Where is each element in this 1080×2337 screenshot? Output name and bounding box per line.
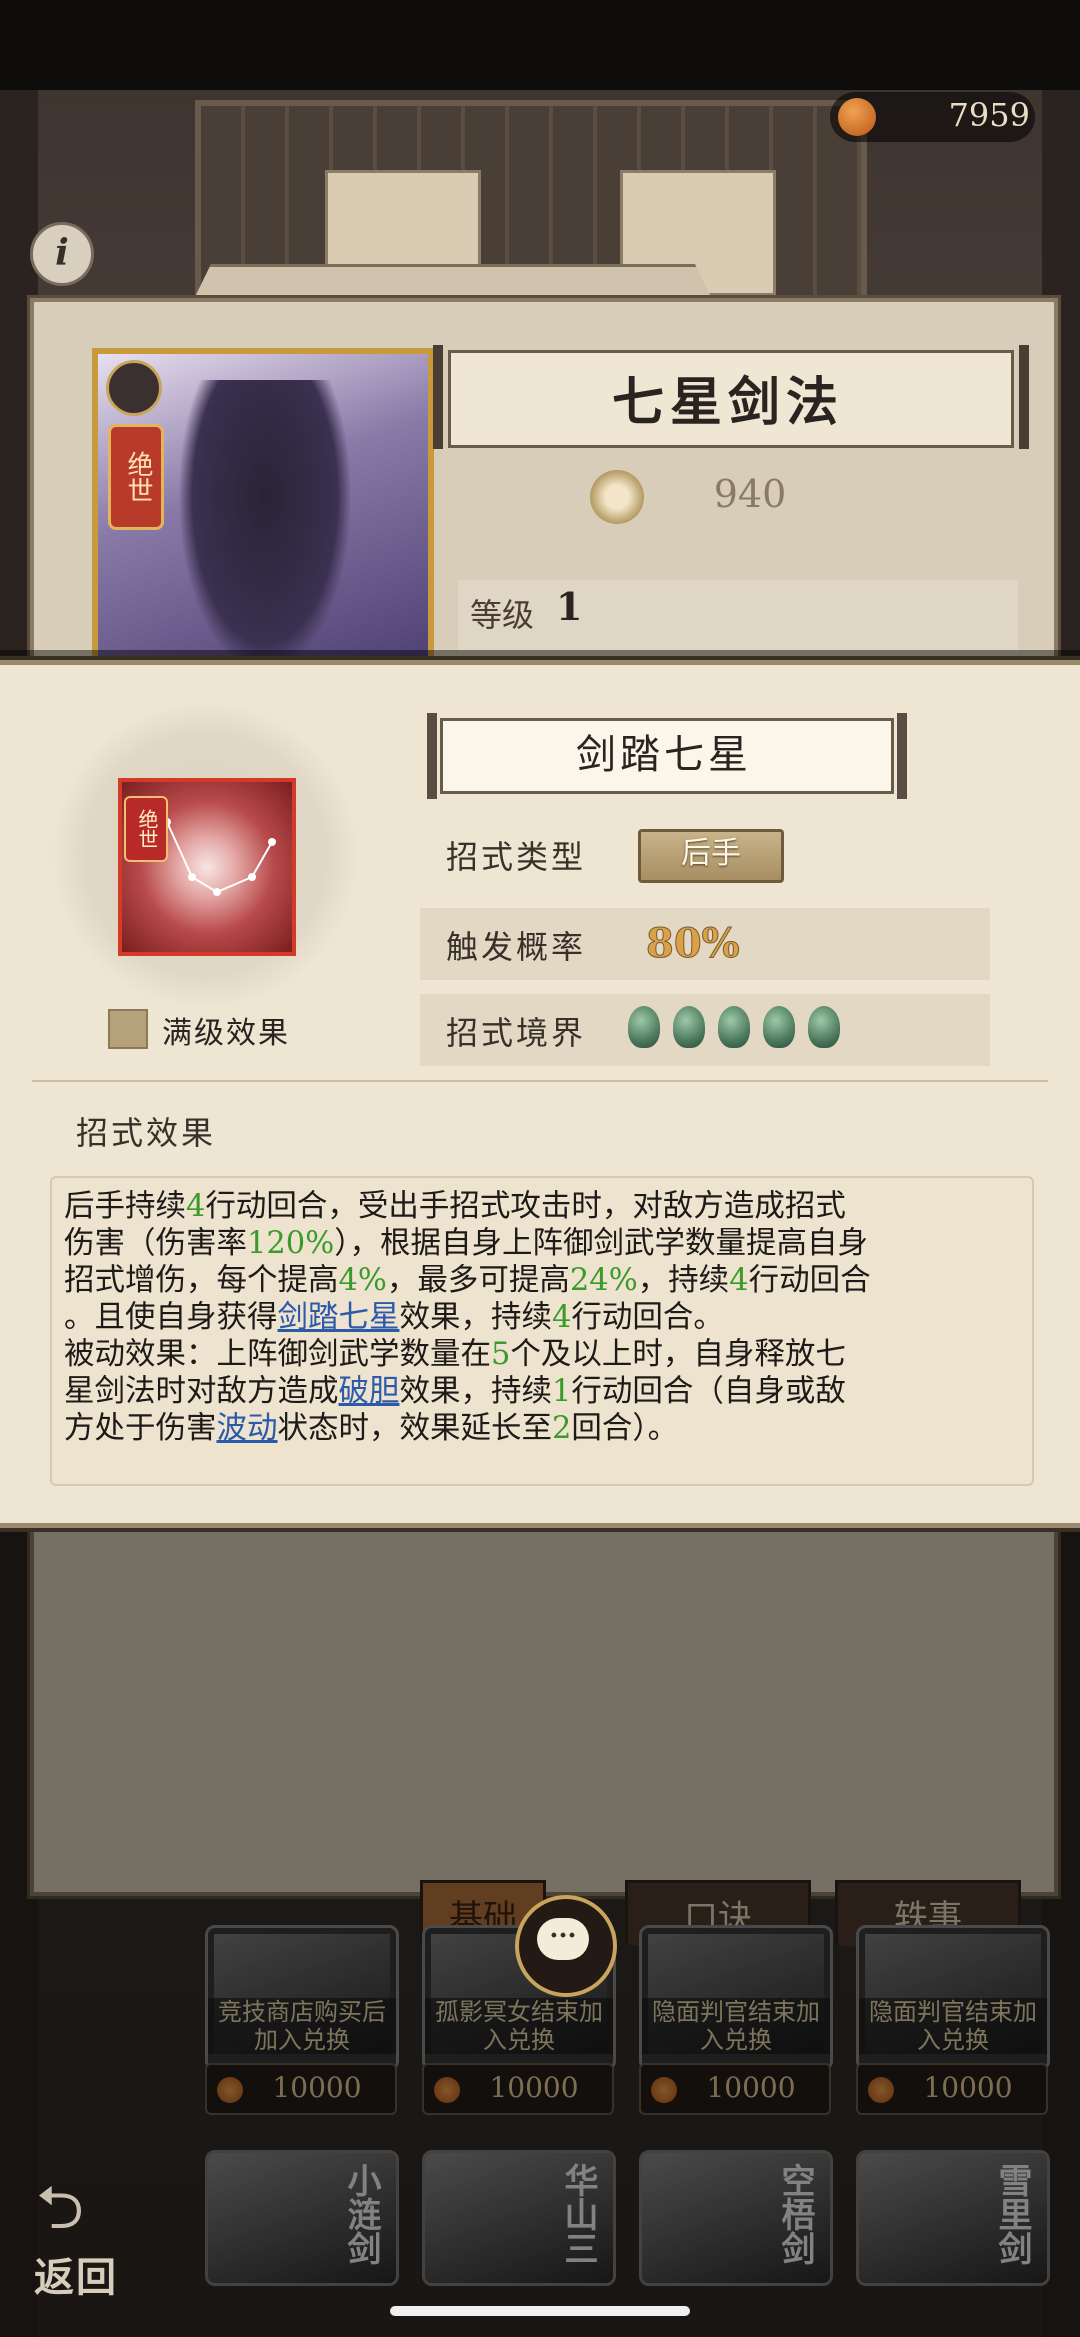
jade-realm-icon <box>628 1006 660 1048</box>
effect-number: 24% <box>569 1263 638 1298</box>
back-label: 返回 <box>34 2254 118 2301</box>
popup-title: 剑踏七星 <box>576 732 752 778</box>
status-bar <box>0 0 1080 90</box>
effect-keyword-link[interactable]: 剑踏七星 <box>278 1300 400 1335</box>
realm-label: 招式境界 <box>446 1014 587 1052</box>
power-icon <box>590 470 644 524</box>
effect-text-segment: ，最多可提高 <box>386 1263 570 1298</box>
copper-coin-icon <box>838 98 876 136</box>
jade-realm-icon <box>763 1006 795 1048</box>
probability-label: 触发概率 <box>446 928 587 966</box>
effect-number: 4% <box>338 1263 387 1298</box>
effect-text-segment: 回合）。 <box>571 1411 679 1446</box>
swordsman-figure-icon <box>180 380 350 670</box>
effect-number: 5 <box>491 1337 511 1372</box>
level-label: 等级 <box>470 596 535 634</box>
info-button[interactable]: i <box>30 222 94 286</box>
effect-number: 4 <box>186 1189 206 1224</box>
effect-text-segment: ，持续 <box>637 1263 730 1298</box>
effect-text-segment: 效果，持续 <box>399 1300 553 1335</box>
effect-number: 120% <box>247 1226 335 1261</box>
rank-badge-icon <box>106 360 162 416</box>
chat-bubble-icon: ··· <box>537 1918 589 1960</box>
jade-realm-icon <box>808 1006 840 1048</box>
effect-number: 4 <box>729 1263 749 1298</box>
divider <box>32 1080 1048 1082</box>
effect-heading: 招式效果 <box>76 1114 217 1152</box>
effect-text-segment: 状态时，效果延长至 <box>277 1411 553 1446</box>
portrait-tag: 绝世 <box>108 424 164 530</box>
currency-value: 7959 <box>948 96 1030 134</box>
effect-text-segment: 后手持续 <box>64 1189 186 1224</box>
level-row <box>458 580 1018 650</box>
type-label: 招式类型 <box>446 838 587 876</box>
jade-realm-icon <box>673 1006 705 1048</box>
jade-realm-icon <box>718 1006 750 1048</box>
effect-number: 4 <box>552 1300 572 1335</box>
effect-keyword-link[interactable]: 波动 <box>217 1411 278 1446</box>
max-level-label[interactable]: 满级效果 <box>162 1008 290 1052</box>
back-arrow-icon: ⮌ <box>36 2173 85 2243</box>
max-level-checkbox[interactable] <box>108 1009 148 1049</box>
effect-text-segment: 效果，持续 <box>399 1374 553 1409</box>
home-indicator[interactable] <box>390 2306 690 2316</box>
skill-icon-tag: 绝世 <box>124 796 168 862</box>
type-badge: 后手 <box>638 829 784 883</box>
level-value: 1 <box>556 584 583 629</box>
effect-keyword-link[interactable]: 破胆 <box>339 1374 400 1409</box>
effect-number: 2 <box>552 1411 572 1446</box>
realm-indicator <box>628 1004 868 1050</box>
power-value: 940 <box>713 472 787 516</box>
effect-number: 1 <box>552 1374 572 1409</box>
card-title: 七星剑法 <box>611 372 844 433</box>
effect-description: 后手持续4行动回合，受出手招式攻击时，对敌方造成招式 伤害（伤害率120%），根… <box>64 1188 1024 1447</box>
probability-value: 80% <box>646 920 741 968</box>
